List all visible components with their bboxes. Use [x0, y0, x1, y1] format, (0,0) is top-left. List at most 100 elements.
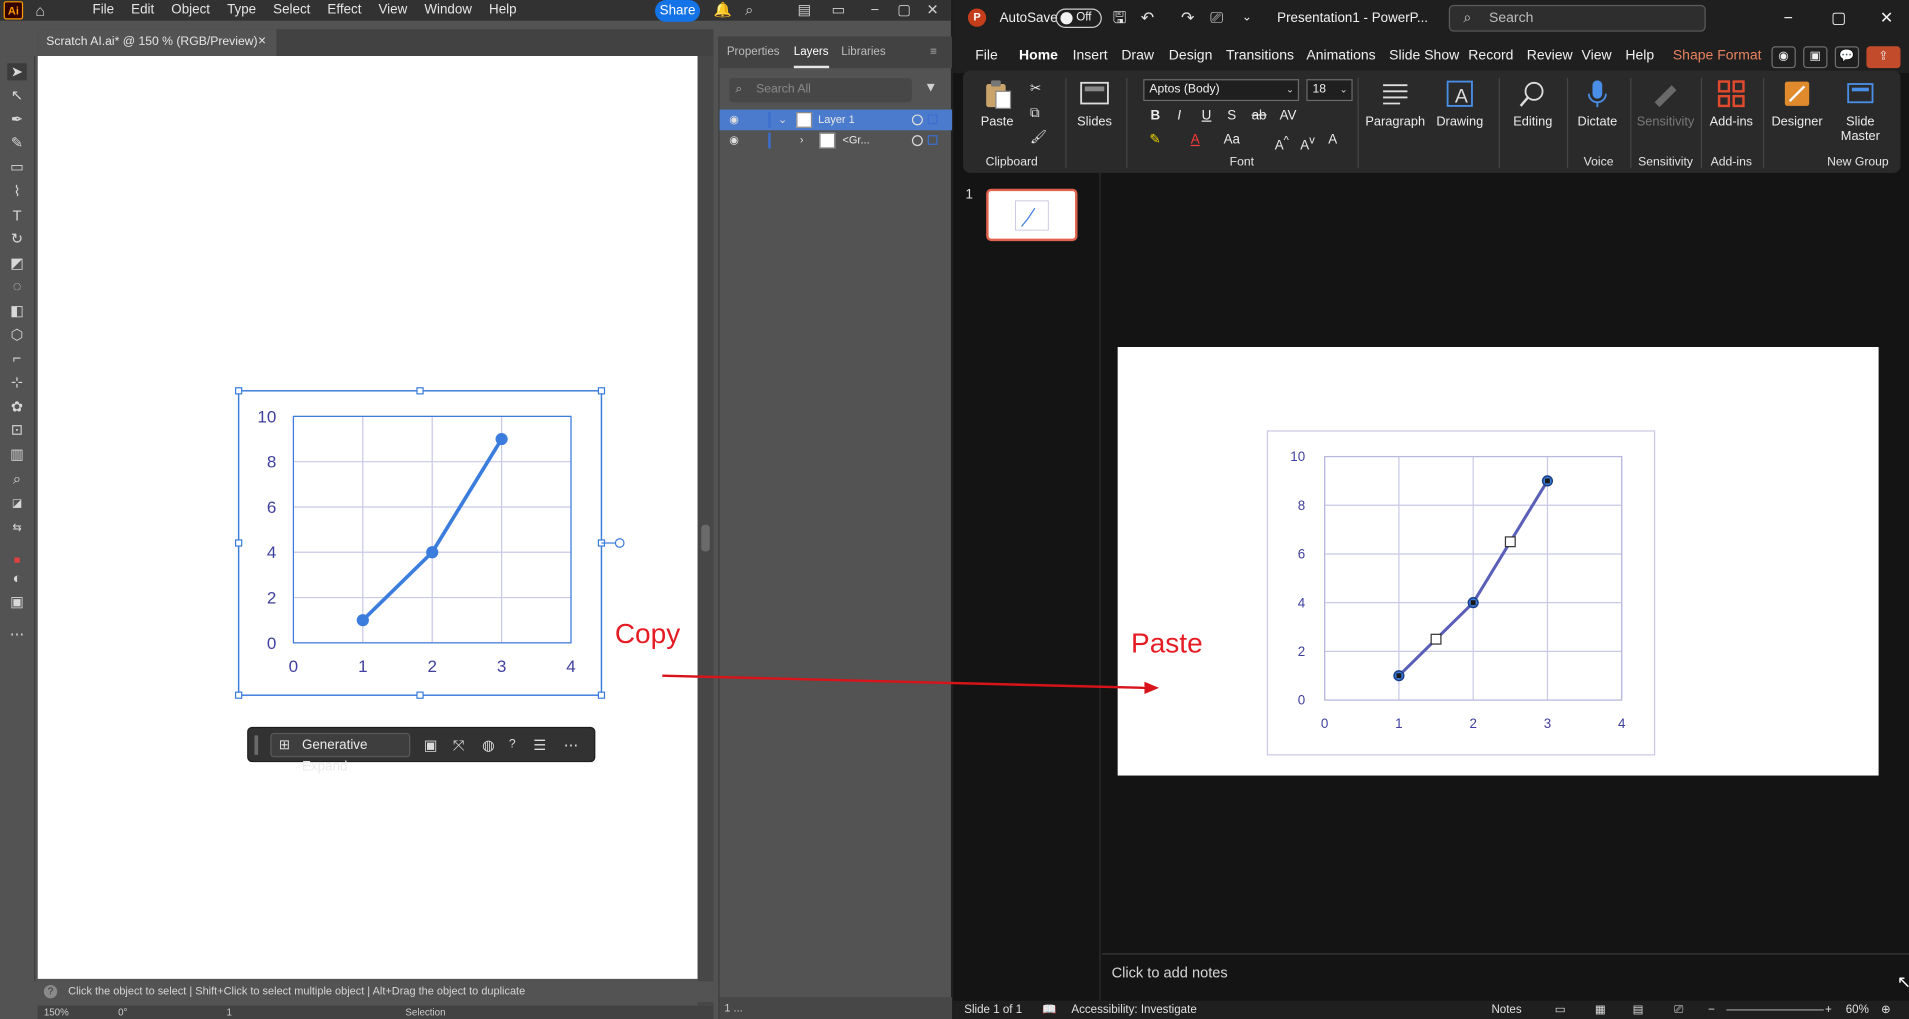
- pasted-chart-object[interactable]: 0 1 2 3 4 0 2 4 6 8 10: [1118, 347, 1879, 776]
- zoom-in-icon[interactable]: +: [1825, 1001, 1832, 1019]
- drawing-button[interactable]: A Drawing: [1429, 78, 1490, 129]
- artboard-number[interactable]: 1: [226, 1006, 231, 1019]
- selection-square-icon[interactable]: [927, 114, 938, 125]
- text-shadow-icon[interactable]: S: [1227, 107, 1236, 124]
- layers-search-input[interactable]: ⌕ Search All: [729, 77, 912, 103]
- filter-icon[interactable]: ▼: [924, 80, 937, 95]
- pp-search-box[interactable]: ⌕ Search: [1448, 4, 1706, 32]
- minimize-icon[interactable]: −: [871, 0, 880, 21]
- underline-icon[interactable]: U: [1202, 107, 1212, 124]
- layer-row-group[interactable]: ◉ › <Gr...: [720, 130, 953, 151]
- symbol-sprayer-tool-icon[interactable]: ✿: [7, 398, 26, 415]
- expand-chevron-down-icon[interactable]: ⌄: [778, 110, 787, 131]
- document-tab[interactable]: Scratch AI.ai* @ 150 % (RGB/Preview): [37, 29, 277, 57]
- swap-colors-icon[interactable]: ⇆: [7, 519, 26, 536]
- more-options-icon[interactable]: ⋯: [564, 734, 579, 756]
- eraser-tool-icon[interactable]: ◩: [7, 254, 26, 271]
- drag-handle[interactable]: [254, 735, 259, 755]
- status-help-icon[interactable]: ?: [43, 984, 58, 999]
- arrange-documents-icon[interactable]: ▤: [797, 0, 811, 21]
- lasso-tool-icon[interactable]: ◌: [7, 278, 26, 295]
- blend-tool-icon[interactable]: ⊹: [7, 374, 26, 391]
- undo-icon[interactable]: ↶: [1141, 0, 1154, 37]
- rotate-tool-icon[interactable]: ↻: [7, 230, 26, 247]
- menu-select[interactable]: Select: [265, 0, 319, 21]
- tab-layers[interactable]: Layers: [793, 37, 829, 69]
- menu-window[interactable]: Window: [416, 0, 481, 21]
- menu-edit[interactable]: Edit: [123, 0, 163, 21]
- slides-button[interactable]: Slides: [1070, 78, 1119, 129]
- generative-expand-button[interactable]: ⊞ Generative Expand: [270, 732, 411, 774]
- grow-font-icon[interactable]: A^: [1275, 131, 1289, 154]
- designer-button[interactable]: Designer: [1767, 78, 1828, 129]
- zoom-out-icon[interactable]: −: [1708, 1001, 1715, 1019]
- font-name-select[interactable]: Aptos (Body) ⌄: [1143, 79, 1300, 102]
- rectangle-tool-icon[interactable]: ▭: [7, 158, 26, 175]
- presenter-icon[interactable]: ▣: [1803, 46, 1828, 69]
- layer-row-layer-1[interactable]: ◉ ⌄ Layer 1: [719, 109, 953, 131]
- tab-libraries[interactable]: Libraries: [841, 37, 885, 69]
- editing-button[interactable]: Editing: [1502, 78, 1563, 129]
- close-tab-icon[interactable]: ×: [258, 34, 266, 49]
- autosave-toggle[interactable]: Off: [1055, 8, 1102, 29]
- search-icon[interactable]: ⌕: [745, 0, 753, 21]
- image-trace-icon[interactable]: ▣: [424, 734, 438, 756]
- change-case-icon[interactable]: Aa: [1224, 131, 1240, 148]
- type-tool-icon[interactable]: T: [7, 207, 26, 224]
- screen-mode-icon[interactable]: ▣: [7, 593, 26, 610]
- eyedropper-tool-icon[interactable]: ⌐: [7, 349, 26, 366]
- maximize-icon[interactable]: ▢: [1831, 0, 1846, 37]
- slide-master-button[interactable]: Slide Master: [1830, 78, 1891, 144]
- panel-menu-icon[interactable]: ≡: [930, 37, 937, 69]
- close-icon[interactable]: ✕: [927, 0, 939, 21]
- menu-help[interactable]: Help: [480, 0, 525, 21]
- ai-graph-object[interactable]: 0 1 2 3 4 0 2 4 6 8 10: [38, 56, 698, 979]
- draw-mode-icon[interactable]: ◐: [7, 570, 26, 587]
- sensitivity-button[interactable]: Sensitivity: [1633, 78, 1699, 129]
- direct-selection-tool-icon[interactable]: ↖: [7, 86, 26, 103]
- slideshow-icon[interactable]: ⎚: [1674, 1001, 1683, 1019]
- ai-canvas[interactable]: 0 1 2 3 4 0 2 4 6 8 10: [37, 56, 698, 979]
- spelling-icon[interactable]: 📖: [1042, 1001, 1056, 1019]
- graph-tool-icon[interactable]: ▥: [7, 446, 26, 463]
- shrink-font-icon[interactable]: Av: [1300, 131, 1315, 154]
- shape-builder-tool-icon[interactable]: ⬡: [7, 326, 26, 343]
- share-icon[interactable]: ⇪: [1866, 46, 1901, 69]
- zoom-tool-icon[interactable]: ⌕: [7, 470, 26, 487]
- record-icon[interactable]: ◉: [1771, 46, 1796, 69]
- workspace-icon[interactable]: ▭: [832, 0, 846, 21]
- strikethrough-icon[interactable]: ab: [1252, 107, 1267, 124]
- menu-effect[interactable]: Effect: [319, 0, 370, 21]
- close-icon[interactable]: ✕: [1880, 0, 1893, 37]
- target-circle-icon[interactable]: [911, 135, 923, 147]
- zoom-slider[interactable]: [1726, 1009, 1824, 1011]
- character-spacing-icon[interactable]: AV: [1280, 107, 1297, 124]
- selection-square-icon[interactable]: [927, 135, 938, 145]
- paintbrush-tool-icon[interactable]: ⌇: [7, 183, 26, 200]
- customize-qat-icon[interactable]: ⌄: [1242, 0, 1252, 37]
- menu-object[interactable]: Object: [163, 0, 219, 21]
- present-icon[interactable]: ⎚: [1210, 0, 1223, 37]
- tab-properties[interactable]: Properties: [727, 37, 780, 69]
- selection-tool-icon[interactable]: ➤: [7, 63, 27, 81]
- expand-chevron-right-icon[interactable]: ›: [800, 130, 804, 151]
- transform-icon[interactable]: ⤧: [453, 734, 465, 756]
- italic-icon[interactable]: I: [1177, 107, 1181, 124]
- paragraph-button[interactable]: Paragraph: [1364, 78, 1427, 129]
- gradient-tool-icon[interactable]: ◧: [7, 302, 26, 319]
- menu-file[interactable]: File: [84, 0, 123, 21]
- cut-icon[interactable]: ✂: [1030, 80, 1041, 97]
- minimize-icon[interactable]: −: [1784, 0, 1793, 37]
- home-icon[interactable]: ⌂: [35, 0, 45, 21]
- artboard-tool-icon[interactable]: ⊡: [7, 421, 26, 438]
- save-icon[interactable]: 🖫: [1113, 0, 1126, 37]
- dictate-button[interactable]: Dictate: [1569, 78, 1625, 129]
- accessibility-status[interactable]: Accessibility: Investigate: [1071, 1001, 1196, 1019]
- current-tool[interactable]: Selection: [405, 1006, 445, 1019]
- fill-stroke-icon[interactable]: ◪: [7, 494, 26, 511]
- add-ins-button[interactable]: Add-ins: [1703, 78, 1759, 129]
- menu-view[interactable]: View: [370, 0, 416, 21]
- recolor-icon[interactable]: ◍: [482, 734, 495, 756]
- more-tools-icon[interactable]: ⋯: [7, 626, 26, 643]
- slide-sorter-icon[interactable]: ▦: [1595, 1001, 1606, 1019]
